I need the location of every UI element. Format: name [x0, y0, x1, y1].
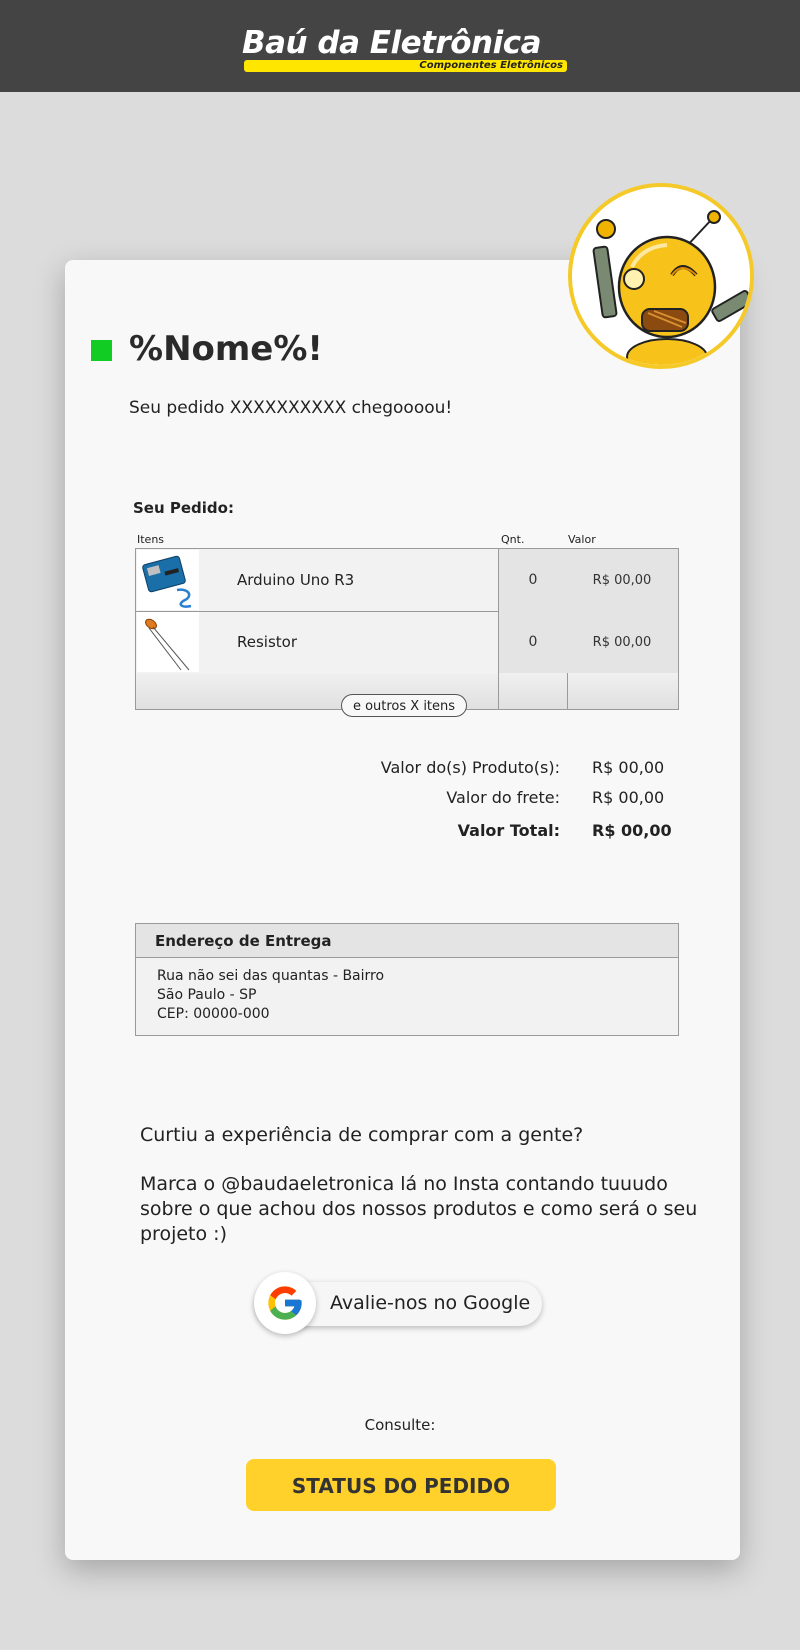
products-total-value: R$ 00,00: [592, 758, 665, 777]
grand-total-value: R$ 00,00: [592, 821, 672, 840]
status-marker: [91, 340, 112, 361]
address-header: Endereço de Entrega: [136, 924, 678, 958]
shipping-value: R$ 00,00: [592, 788, 665, 807]
address-street: Rua não sei das quantas - Bairro: [157, 968, 385, 984]
delivery-address-box: Endereço de Entrega Rua não sei das quan…: [135, 923, 679, 1036]
google-review-button[interactable]: Avalie-nos no Google: [254, 1272, 542, 1334]
order-arrival-message: Seu pedido XXXXXXXXXX chegoooou!: [129, 398, 453, 418]
grand-total-label: Valor Total:: [457, 821, 560, 840]
shipping-label: Valor do frete:: [446, 788, 560, 807]
logo-subtitle: Componentes Eletrônicos: [419, 60, 563, 71]
address-zip: CEP: 00000-000: [157, 1006, 270, 1022]
item-name: Arduino Uno R3: [237, 571, 355, 589]
resistor-icon: [137, 612, 199, 672]
table-cell-empty: [498, 673, 568, 709]
google-icon: [254, 1272, 316, 1334]
promo-question: Curtiu a experiência de comprar com a ge…: [140, 1124, 584, 1146]
promo-text: Marca o @baudaeletronica lá no Insta con…: [140, 1173, 698, 1245]
item-qty: 0: [498, 549, 568, 611]
google-review-label: Avalie-nos no Google: [330, 1292, 531, 1314]
item-value: R$ 00,00: [566, 549, 678, 611]
header-bar: Baú da Eletrônica Componentes Eletrônico…: [0, 0, 800, 92]
address-title: Endereço de Entrega: [155, 932, 332, 950]
column-header-items: Itens: [137, 533, 165, 546]
item-qty: 0: [498, 611, 568, 673]
column-header-value: Valor: [568, 533, 596, 546]
table-row[interactable]: Resistor 0 R$ 00,00: [136, 611, 678, 674]
item-name: Resistor: [237, 633, 297, 651]
item-value: R$ 00,00: [566, 611, 678, 673]
more-items-pill[interactable]: e outros X itens: [341, 694, 467, 717]
column-header-qty: Qnt.: [501, 533, 525, 546]
order-section-title: Seu Pedido:: [133, 499, 234, 517]
table-row[interactable]: Arduino Uno R3 0 R$ 00,00: [136, 549, 678, 612]
consult-label: Consulte:: [364, 1416, 436, 1434]
order-status-button[interactable]: STATUS DO PEDIDO: [246, 1459, 556, 1511]
logo-title: Baú da Eletrônica: [242, 25, 542, 61]
email-card: [65, 260, 740, 1560]
arduino-board-icon: [137, 550, 199, 610]
customer-name-title: %Nome%!: [129, 329, 323, 369]
address-city: São Paulo - SP: [157, 987, 257, 1003]
brand-logo[interactable]: Baú da Eletrônica Componentes Eletrônico…: [242, 26, 567, 74]
order-items-table: Arduino Uno R3 0 R$ 00,00 Resistor 0 R$ …: [135, 548, 679, 710]
robot-mascot-icon: [568, 183, 754, 369]
products-total-label: Valor do(s) Produto(s):: [380, 758, 560, 777]
